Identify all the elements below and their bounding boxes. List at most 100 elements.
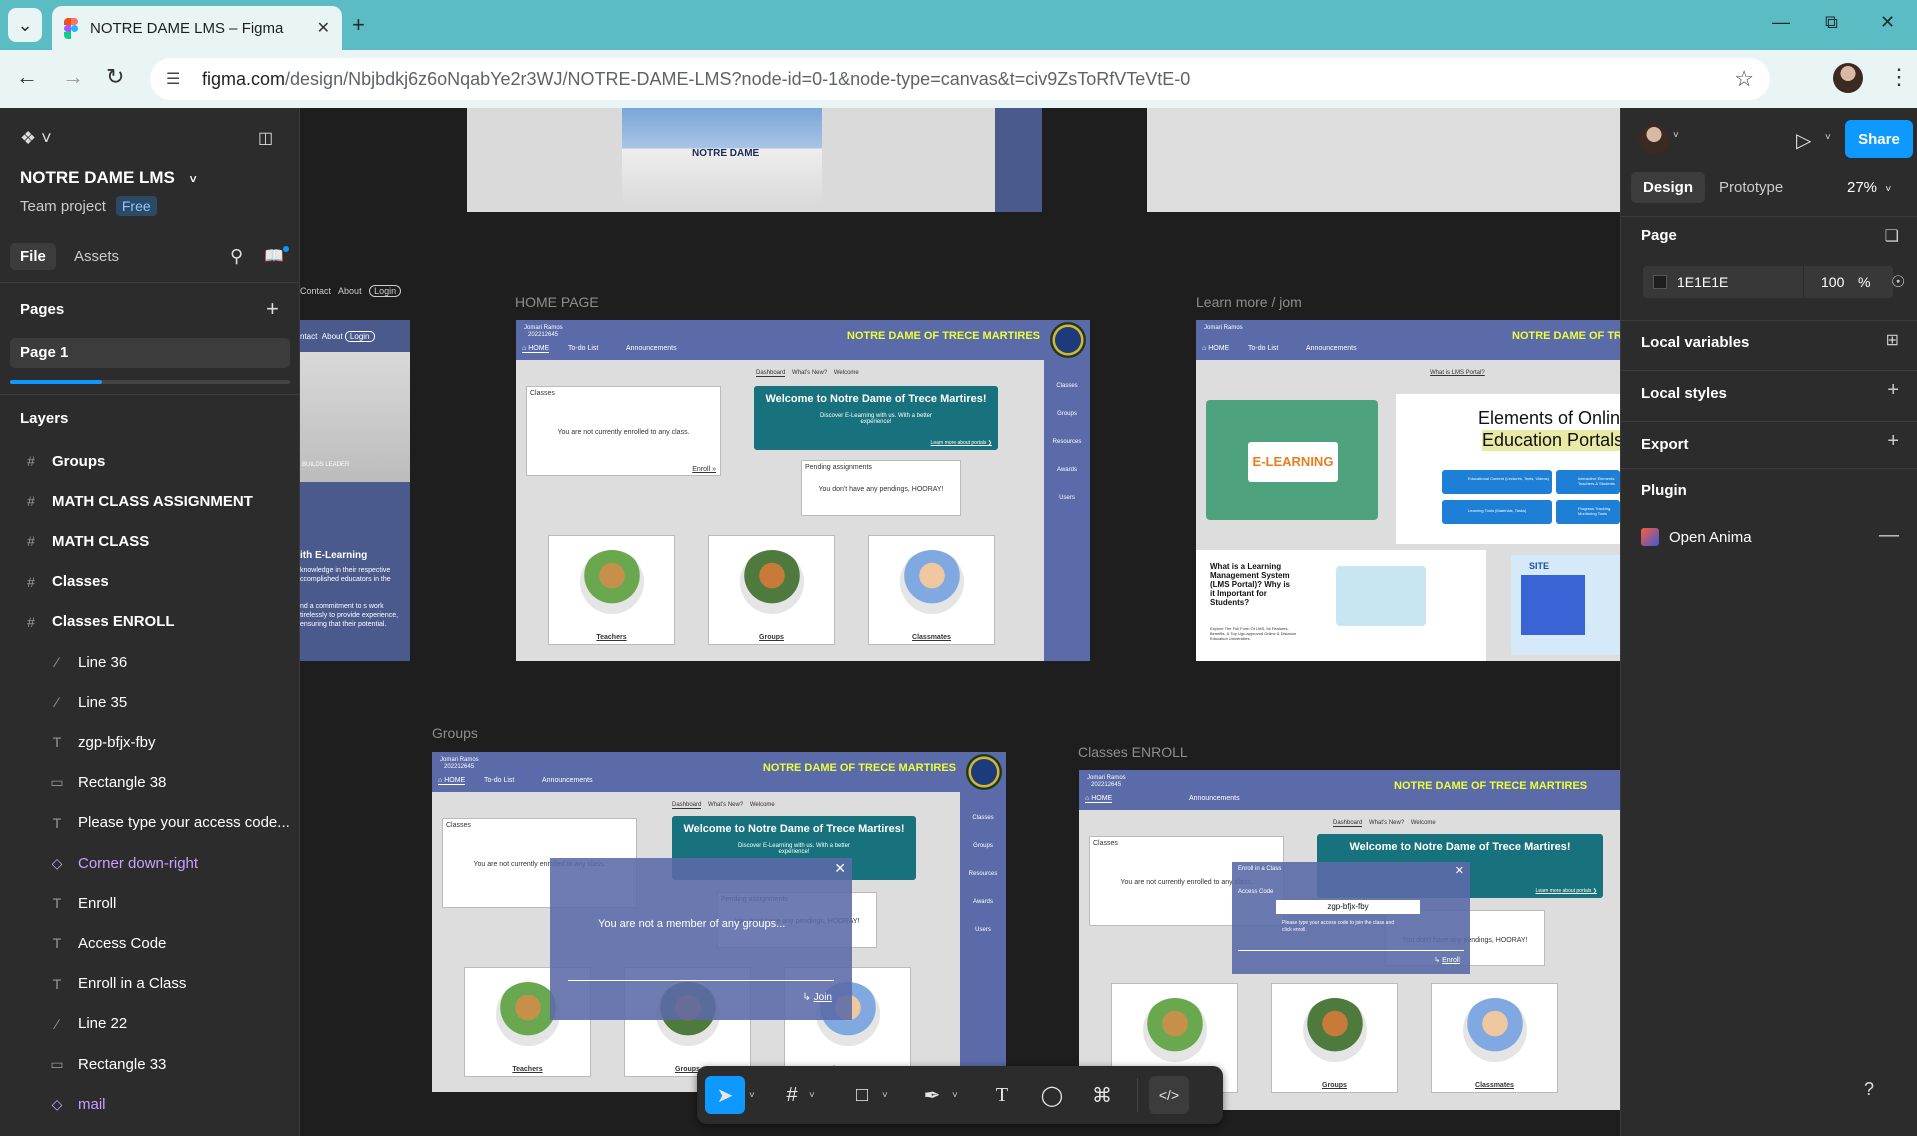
move-tool-icon[interactable]: ➤ — [705, 1076, 745, 1114]
present-play-icon[interactable]: ▷ — [1796, 128, 1811, 153]
share-button[interactable]: Share — [1845, 120, 1913, 158]
frame-label-groups[interactable]: Groups — [432, 725, 478, 741]
layer-item[interactable]: # MATH CLASS — [0, 523, 300, 559]
page-item[interactable]: Page 1 — [10, 338, 290, 368]
classmates-card: Classmates — [1431, 983, 1558, 1093]
layer-item[interactable]: # Classes ENROLL — [0, 604, 300, 640]
color-swatch[interactable] — [1653, 275, 1667, 289]
layer-item[interactable]: T Enroll in a Class — [0, 966, 300, 1002]
page-color-field[interactable]: 1E1E1E 100 % — [1643, 266, 1893, 298]
remove-plugin-icon[interactable]: — — [1879, 524, 1899, 547]
project-name[interactable]: NOTRE DAME LMS ˅ — [20, 168, 197, 188]
plan-badge[interactable]: Free — [115, 196, 157, 216]
reload-icon[interactable]: ↻ — [106, 64, 124, 90]
layer-label: Please type your access code... — [78, 814, 290, 832]
nav-announcements: Announcements — [1306, 345, 1357, 352]
chevron-down-icon[interactable]: ˅ — [1825, 132, 1831, 143]
chevron-down-icon[interactable]: ˅ — [882, 1076, 888, 1114]
help-button[interactable]: ? — [1851, 1071, 1887, 1107]
add-style-icon[interactable]: + — [1887, 379, 1899, 402]
figma-menu-icon[interactable]: ❖ ˅ — [20, 128, 52, 149]
anima-logo-icon — [1641, 528, 1659, 546]
frame-label-enroll[interactable]: Classes ENROLL — [1078, 744, 1188, 760]
profile-avatar[interactable] — [1833, 63, 1863, 93]
layer-item[interactable]: # Classes — [0, 564, 300, 600]
layer-item[interactable]: # Groups — [0, 443, 300, 479]
layer-item[interactable]: ◇ Corner down-right — [0, 845, 300, 881]
page-opacity[interactable]: 100 — [1821, 274, 1844, 290]
text-tool-icon[interactable]: T — [987, 1076, 1017, 1114]
new-tab-icon[interactable]: + — [352, 12, 365, 38]
nav-home: ⌂ HOME — [438, 777, 466, 785]
page-color-hex[interactable]: 1E1E1E — [1677, 274, 1728, 290]
restore-icon[interactable]: ⧉ — [1825, 12, 1838, 33]
close-icon[interactable]: ✕ — [834, 860, 846, 877]
enroll-frame[interactable]: Jomari Ramos 202212645 ⌂ HOME Announceme… — [1079, 770, 1620, 1110]
frame-label-home[interactable]: HOME PAGE — [515, 294, 599, 310]
toggle-sidebar-icon[interactable]: ◫ — [258, 128, 273, 148]
dev-mode-icon[interactable]: </> — [1149, 1076, 1189, 1114]
rectangle-tool-icon[interactable]: □ — [847, 1076, 877, 1114]
lms-header: Jomari Ramos 202212645 ⌂ HOME To-do List… — [432, 752, 1006, 792]
enroll-button[interactable]: ↳ Enroll — [1434, 956, 1460, 964]
join-button[interactable]: ↳ Join — [802, 992, 832, 1003]
layer-item[interactable]: T Please type your access code... — [0, 805, 300, 841]
browser-tab[interactable]: NOTRE DAME LMS – Figma ✕ — [52, 6, 342, 50]
url-input[interactable]: ☰ figma.com/design/Nbjbdkj6z6oNqabYe2r3W… — [150, 58, 1770, 100]
tab-design[interactable]: Design — [1631, 172, 1706, 203]
close-icon[interactable]: ✕ — [1455, 864, 1464, 877]
forward-icon[interactable]: → — [62, 64, 84, 90]
add-page-icon[interactable]: + — [266, 296, 279, 322]
library-icon[interactable]: 📖 — [264, 246, 284, 266]
landing-frame[interactable]: ntact About Login BUILDS LEADER ith E-Le… — [300, 320, 410, 661]
layer-item[interactable]: ∕ Line 36 — [0, 644, 300, 680]
layer-item[interactable]: ∕ Line 22 — [0, 1006, 300, 1042]
more-menu-icon[interactable]: ⋮ — [1888, 64, 1910, 90]
local-variables[interactable]: Local variables — [1641, 334, 1749, 351]
chevron-down-icon[interactable]: ˅ — [749, 1076, 755, 1114]
layer-item[interactable]: T Access Code — [0, 925, 300, 961]
layer-item[interactable]: ▭ Rectangle 38 — [0, 765, 300, 801]
bookmark-star-icon[interactable]: ☆ — [1734, 66, 1754, 92]
add-export-icon[interactable]: + — [1887, 430, 1899, 453]
search-icon[interactable]: ⚲ — [230, 246, 243, 267]
tab-assets[interactable]: Assets — [74, 248, 119, 265]
design-canvas[interactable]: NOTRE DAME Contact About Login ntact Abo… — [300, 108, 1620, 1136]
tab-prototype[interactable]: Prototype — [1719, 179, 1783, 196]
groups-frame[interactable]: Jomari Ramos 202212645 ⌂ HOME To-do List… — [432, 752, 1006, 1092]
chevron-down-icon[interactable]: ˅ — [1673, 130, 1679, 141]
tab-search-button[interactable]: ⌄ — [8, 8, 42, 42]
comment-tool-icon[interactable]: ◯ — [1037, 1076, 1067, 1114]
user-avatar[interactable] — [1639, 124, 1669, 154]
back-icon[interactable]: ← — [16, 64, 38, 90]
minimize-icon[interactable]: — — [1772, 12, 1790, 33]
page-settings-icon[interactable]: ❏ — [1885, 226, 1899, 246]
frame-label-learn[interactable]: Learn more / jom — [1196, 294, 1302, 310]
plugin-item[interactable]: Open Anima — [1641, 528, 1752, 546]
close-tab-icon[interactable]: ✕ — [317, 18, 330, 38]
variables-icon[interactable]: ⊞ — [1886, 330, 1899, 350]
layer-item[interactable]: Tzgp-bfjx-fby — [0, 724, 300, 760]
eye-icon[interactable]: ☉ — [1891, 272, 1905, 292]
resources-tool-icon[interactable]: ⌘ — [1087, 1076, 1117, 1114]
layer-label: Line 22 — [78, 1015, 128, 1033]
access-code-input[interactable]: zgp-bfjx-fby — [1276, 900, 1420, 914]
pen-tool-icon[interactable]: ✒ — [917, 1076, 947, 1114]
learn-frame[interactable]: Jomari Ramos ⌂ HOME To-do List Announcem… — [1196, 320, 1620, 661]
top-frame-right[interactable] — [1147, 108, 1620, 212]
site-info-icon[interactable]: ☰ — [166, 69, 192, 89]
frame-tool-icon[interactable]: # — [777, 1076, 807, 1114]
layer-item[interactable]: T Enroll — [0, 885, 300, 921]
close-window-icon[interactable]: ✕ — [1880, 12, 1895, 33]
pages-scrollbar[interactable] — [10, 380, 290, 384]
layer-item[interactable]: # MATH CLASS ASSIGNMENT — [0, 483, 300, 519]
layer-item[interactable]: ▭ Rectangle 33 — [0, 1046, 300, 1082]
zoom-level[interactable]: 27% ˅ — [1847, 179, 1891, 196]
layer-item[interactable]: ◇ mail — [0, 1086, 300, 1122]
tab-file[interactable]: File — [10, 243, 56, 270]
layer-item[interactable]: ∕ Line 35 — [0, 684, 300, 720]
chevron-down-icon[interactable]: ˅ — [952, 1076, 958, 1114]
top-frame-left[interactable]: NOTRE DAME — [467, 108, 1042, 212]
home-frame[interactable]: Jomari Ramos 202212645 ⌂ HOME To-do List… — [516, 320, 1090, 661]
chevron-down-icon[interactable]: ˅ — [809, 1076, 815, 1114]
